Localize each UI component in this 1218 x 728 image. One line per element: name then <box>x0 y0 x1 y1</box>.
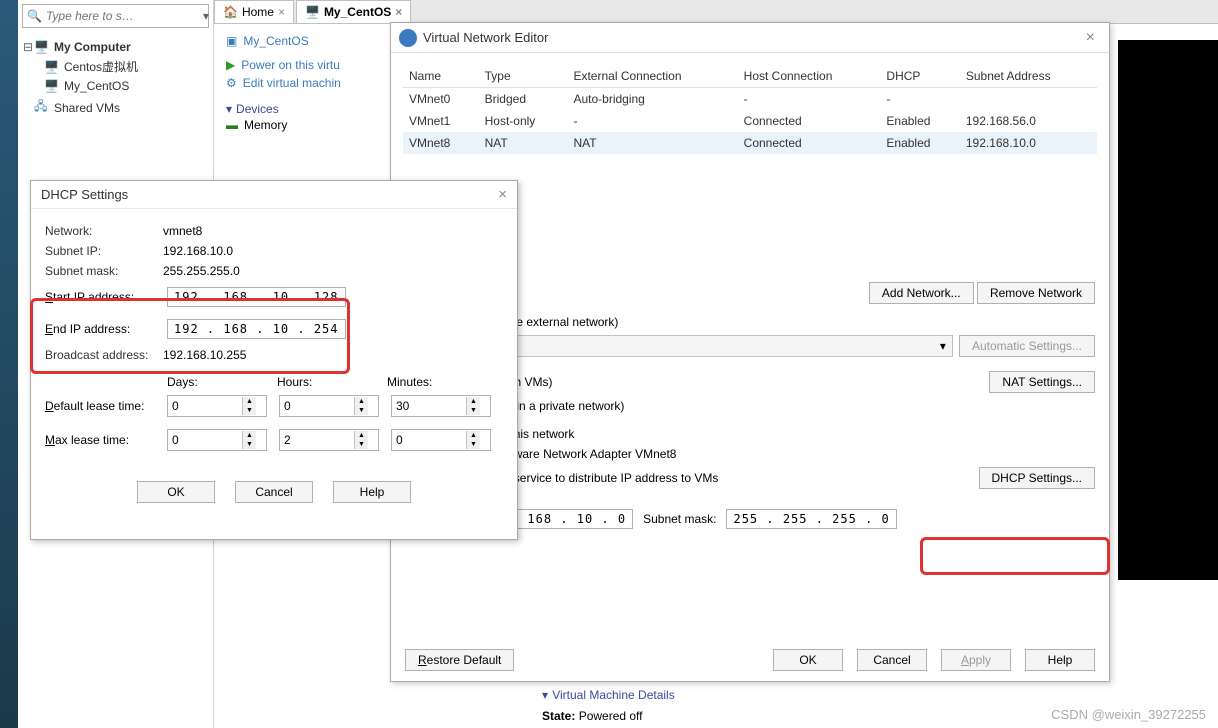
tree-shared[interactable]: 🖧 Shared VMs <box>22 95 209 120</box>
start-ip-input[interactable]: 192 . 168 . 10 . 128 <box>167 287 346 307</box>
network-table[interactable]: NameType External ConnectionHost Connect… <box>403 65 1097 154</box>
vm-icon: ▣ <box>226 34 237 48</box>
max-minutes-spinner[interactable]: ▲▼ <box>391 429 491 451</box>
max-days-spinner[interactable]: ▲▼ <box>167 429 267 451</box>
help-button[interactable]: Help <box>333 481 411 503</box>
search-box[interactable]: 🔍 ▾ <box>22 4 209 28</box>
close-icon[interactable]: × <box>278 5 285 19</box>
remove-network-button[interactable]: Remove Network <box>977 282 1095 304</box>
apply-button: Apply <box>941 649 1011 671</box>
close-button[interactable]: × <box>498 186 507 203</box>
ok-button[interactable]: OK <box>137 481 215 503</box>
chevron-down-icon: ▾ <box>940 339 946 353</box>
default-minutes-spinner[interactable]: ▲▼ <box>391 395 491 417</box>
cancel-button[interactable]: Cancel <box>857 649 927 671</box>
vm-details: ▾ Virtual Machine Details State: Powered… <box>542 686 675 723</box>
window-title: Virtual Network Editor <box>423 30 1080 45</box>
home-icon: 🏠 <box>223 5 238 19</box>
dhcp-settings-dialog: DHCP Settings × Network:vmnet8 Subnet IP… <box>30 180 518 540</box>
nat-settings-button[interactable]: NAT Settings... <box>989 371 1095 393</box>
table-row[interactable]: VMnet0Bridged Auto-bridging- - <box>403 88 1097 111</box>
max-hours-spinner[interactable]: ▲▼ <box>279 429 379 451</box>
search-icon: 🔍 <box>27 9 42 23</box>
chevron-down-icon[interactable]: ▾ <box>542 688 548 702</box>
subnet-mask-input[interactable]: 255 . 255 . 255 . 0 <box>726 509 896 529</box>
default-days-spinner[interactable]: ▲▼ <box>167 395 267 417</box>
tab-home[interactable]: 🏠 Home × <box>214 0 294 23</box>
table-row-selected[interactable]: VMnet8NAT NATConnected Enabled192.168.10… <box>403 132 1097 154</box>
tab-mycentos[interactable]: 🖥️ My_CentOS × <box>296 0 411 23</box>
restore-default-button[interactable]: Restore Default <box>405 649 514 671</box>
table-row[interactable]: VMnet1Host-only -Connected Enabled192.16… <box>403 110 1097 132</box>
search-input[interactable] <box>46 9 203 23</box>
dhcp-settings-button[interactable]: DHCP Settings... <box>979 467 1095 489</box>
vm-preview <box>1118 40 1218 580</box>
tree-root[interactable]: ⊟🖥️ My Computer <box>22 38 209 56</box>
gear-icon: ⚙ <box>226 76 237 90</box>
chevron-down-icon[interactable]: ▾ <box>203 9 209 23</box>
watermark: CSDN @weixin_39272255 <box>1051 707 1206 722</box>
memory-icon: ▬ <box>226 118 238 132</box>
network-icon <box>399 29 417 47</box>
automatic-settings-button: Automatic Settings... <box>959 335 1095 357</box>
chevron-down-icon: ▾ <box>226 102 232 116</box>
play-icon: ▶ <box>226 58 235 72</box>
tab-bar: 🏠 Home × 🖥️ My_CentOS × <box>214 0 1218 24</box>
dialog-title: DHCP Settings <box>41 187 498 202</box>
vm-icon: 🖥️ <box>305 5 320 19</box>
close-button[interactable]: × <box>1080 29 1101 47</box>
add-network-button[interactable]: Add Network... <box>869 282 974 304</box>
help-button[interactable]: Help <box>1025 649 1095 671</box>
tree-vm-centos[interactable]: 🖥️Centos虚拟机 <box>22 56 209 77</box>
end-ip-input[interactable]: 192 . 168 . 10 . 254 <box>167 319 346 339</box>
cancel-button[interactable]: Cancel <box>235 481 313 503</box>
tree-vm-mycentos[interactable]: 🖥️My_CentOS <box>22 77 209 95</box>
close-icon[interactable]: × <box>395 5 402 19</box>
ok-button[interactable]: OK <box>773 649 843 671</box>
default-hours-spinner[interactable]: ▲▼ <box>279 395 379 417</box>
